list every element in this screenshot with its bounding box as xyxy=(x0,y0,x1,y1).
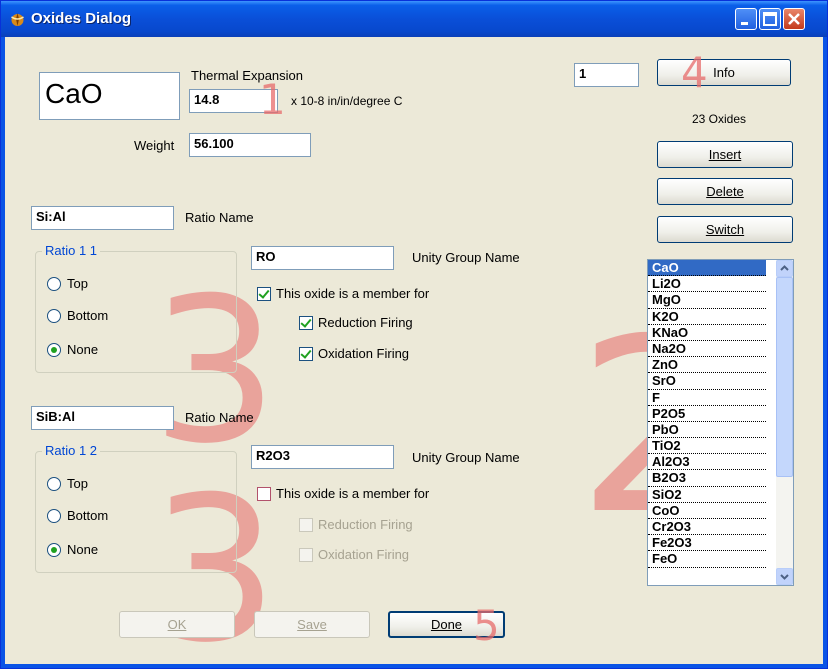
done-button[interactable]: Done xyxy=(388,611,505,638)
oxide-list-item[interactable]: ZnO xyxy=(648,357,766,374)
oxide-list-item[interactable]: SrO xyxy=(648,373,766,390)
ratio1-none-radio[interactable] xyxy=(47,343,61,357)
oxide-list-scrollbar[interactable] xyxy=(776,260,793,585)
switch-button[interactable]: Switch xyxy=(657,216,793,243)
done-button-label: Done xyxy=(430,617,463,632)
ratio2-member-label[interactable]: This oxide is a member for xyxy=(276,486,429,501)
switch-button-label: Switch xyxy=(705,222,745,237)
oxide-list-item[interactable]: TiO2 xyxy=(648,438,766,455)
ratio1-oxidation-checkbox[interactable] xyxy=(299,347,313,361)
ratio1-name-field[interactable]: Si:Al xyxy=(31,206,174,230)
oxide-list-item[interactable]: F xyxy=(648,390,766,406)
thermal-unit-label: x 10-8 in/in/degree C xyxy=(291,94,403,108)
ratio1-reduction-label[interactable]: Reduction Firing xyxy=(318,315,413,330)
window-title: Oxides Dialog xyxy=(31,10,132,27)
chevron-down-icon xyxy=(780,574,789,580)
ratio2-unity-group-field[interactable]: R2O3 xyxy=(251,445,394,469)
ratio1-member-label[interactable]: This oxide is a member for xyxy=(276,286,429,301)
oxides-dialog-window: Oxides Dialog 3 3 2 CaO Thermal Expansio… xyxy=(0,0,828,669)
oxide-list-item[interactable]: Na2O xyxy=(648,341,766,358)
scroll-up-button[interactable] xyxy=(776,260,793,277)
ratio2-name-label: Ratio Name xyxy=(185,410,254,425)
ratio1-bottom-radio[interactable] xyxy=(47,309,61,323)
index-field[interactable]: 1 xyxy=(574,63,639,87)
oxide-list-item[interactable]: CoO xyxy=(648,503,766,519)
oxide-list-items: CaO Li2O MgO K2O KNaO Na2O ZnO SrO F P2O5 PbO TiO2 A… xyxy=(648,260,793,568)
minimize-icon xyxy=(741,22,748,25)
ratio2-group-title: Ratio 1 2 xyxy=(42,443,101,458)
thermal-expansion-field[interactable]: 14.8 xyxy=(189,89,278,113)
ratio1-top-radio[interactable] xyxy=(47,277,61,291)
oxides-count-label: 23 Oxides xyxy=(692,112,747,126)
ratio2-unity-group-label: Unity Group Name xyxy=(412,450,520,465)
oxide-list-item[interactable]: Fe2O3 xyxy=(648,535,766,552)
ratio1-group-title: Ratio 1 1 xyxy=(42,243,101,258)
weight-label: Weight xyxy=(134,138,175,153)
scroll-thumb[interactable] xyxy=(776,277,793,477)
weight-field[interactable]: 56.100 xyxy=(189,133,311,157)
oxide-list-item[interactable]: Li2O xyxy=(648,276,766,293)
close-button[interactable] xyxy=(783,8,805,30)
minimize-button[interactable] xyxy=(735,8,757,30)
insert-button[interactable]: Insert xyxy=(657,141,793,168)
oxide-list-item[interactable]: KNaO xyxy=(648,325,766,341)
ratio2-oxidation-label: Oxidation Firing xyxy=(318,547,410,562)
maximize-icon xyxy=(763,12,777,26)
ratio2-group: Ratio 1 2 xyxy=(35,443,237,573)
oxide-list-item[interactable]: K2O xyxy=(648,309,766,325)
info-button[interactable]: Info xyxy=(657,59,791,86)
close-icon xyxy=(788,13,800,25)
dialog-client-area: 3 3 2 CaO Thermal Expansion 14.8 1 x 10-… xyxy=(5,37,823,664)
ratio1-unity-group-field[interactable]: RO xyxy=(251,246,394,270)
title-bar[interactable]: Oxides Dialog xyxy=(1,1,827,37)
thermal-expansion-label: Thermal Expansion xyxy=(191,68,303,83)
ratio2-reduction-label: Reduction Firing xyxy=(318,517,413,532)
ratio1-oxidation-label[interactable]: Oxidation Firing xyxy=(318,346,409,361)
ok-button: OK xyxy=(119,611,235,638)
ratio2-reduction-checkbox xyxy=(299,518,313,532)
oxide-name-field[interactable]: CaO xyxy=(39,72,180,120)
ratio2-bottom-radio[interactable] xyxy=(47,509,61,523)
ratio1-group: Ratio 1 1 xyxy=(35,243,237,373)
ratio1-name-label: Ratio Name xyxy=(185,210,254,225)
maximize-button[interactable] xyxy=(759,8,781,30)
save-button-label: Save xyxy=(297,617,327,632)
oxide-list-item[interactable]: PbO xyxy=(648,422,766,439)
oxide-list-item[interactable]: Cr2O3 xyxy=(648,519,766,536)
delete-button-label: Delete xyxy=(706,184,744,199)
ratio2-member-checkbox[interactable] xyxy=(257,487,271,501)
oxide-list-item[interactable]: P2O5 xyxy=(648,406,766,422)
ratio2-top-radio[interactable] xyxy=(47,477,61,491)
ratio1-reduction-checkbox[interactable] xyxy=(299,316,313,330)
ratio2-bottom-label[interactable]: Bottom xyxy=(67,508,108,523)
ratio1-member-checkbox[interactable] xyxy=(257,287,271,301)
ratio2-none-radio[interactable] xyxy=(47,543,61,557)
ratio2-none-label[interactable]: None xyxy=(67,542,98,557)
leaf-icon xyxy=(11,13,24,26)
scroll-down-button[interactable] xyxy=(776,568,793,585)
oxide-list-item[interactable]: B2O3 xyxy=(648,470,766,487)
oxide-list-item[interactable]: SiO2 xyxy=(648,487,766,503)
delete-button[interactable]: Delete xyxy=(657,178,793,205)
ratio2-oxidation-checkbox xyxy=(299,548,313,562)
oxide-list-item[interactable]: CaO xyxy=(648,260,766,277)
ok-button-label: OK xyxy=(167,617,187,632)
ratio1-unity-group-label: Unity Group Name xyxy=(412,250,520,265)
ratio1-top-label[interactable]: Top xyxy=(67,276,88,291)
insert-button-label: Insert xyxy=(708,147,742,162)
save-button: Save xyxy=(254,611,370,638)
oxide-listbox[interactable]: CaO Li2O MgO K2O KNaO Na2O ZnO SrO F P2O5 PbO TiO2 A… xyxy=(647,259,794,586)
ratio2-top-label[interactable]: Top xyxy=(67,476,88,491)
oxide-list-item[interactable]: Al2O3 xyxy=(648,454,766,471)
oxide-list-item[interactable]: MgO xyxy=(648,292,766,309)
info-button-label: Info xyxy=(713,65,735,80)
oxide-list-item[interactable]: FeO xyxy=(648,551,766,568)
chevron-up-icon xyxy=(780,265,789,271)
ratio1-none-label[interactable]: None xyxy=(67,342,98,357)
ratio2-name-field[interactable]: SiB:Al xyxy=(31,406,174,430)
ratio1-bottom-label[interactable]: Bottom xyxy=(67,308,108,323)
